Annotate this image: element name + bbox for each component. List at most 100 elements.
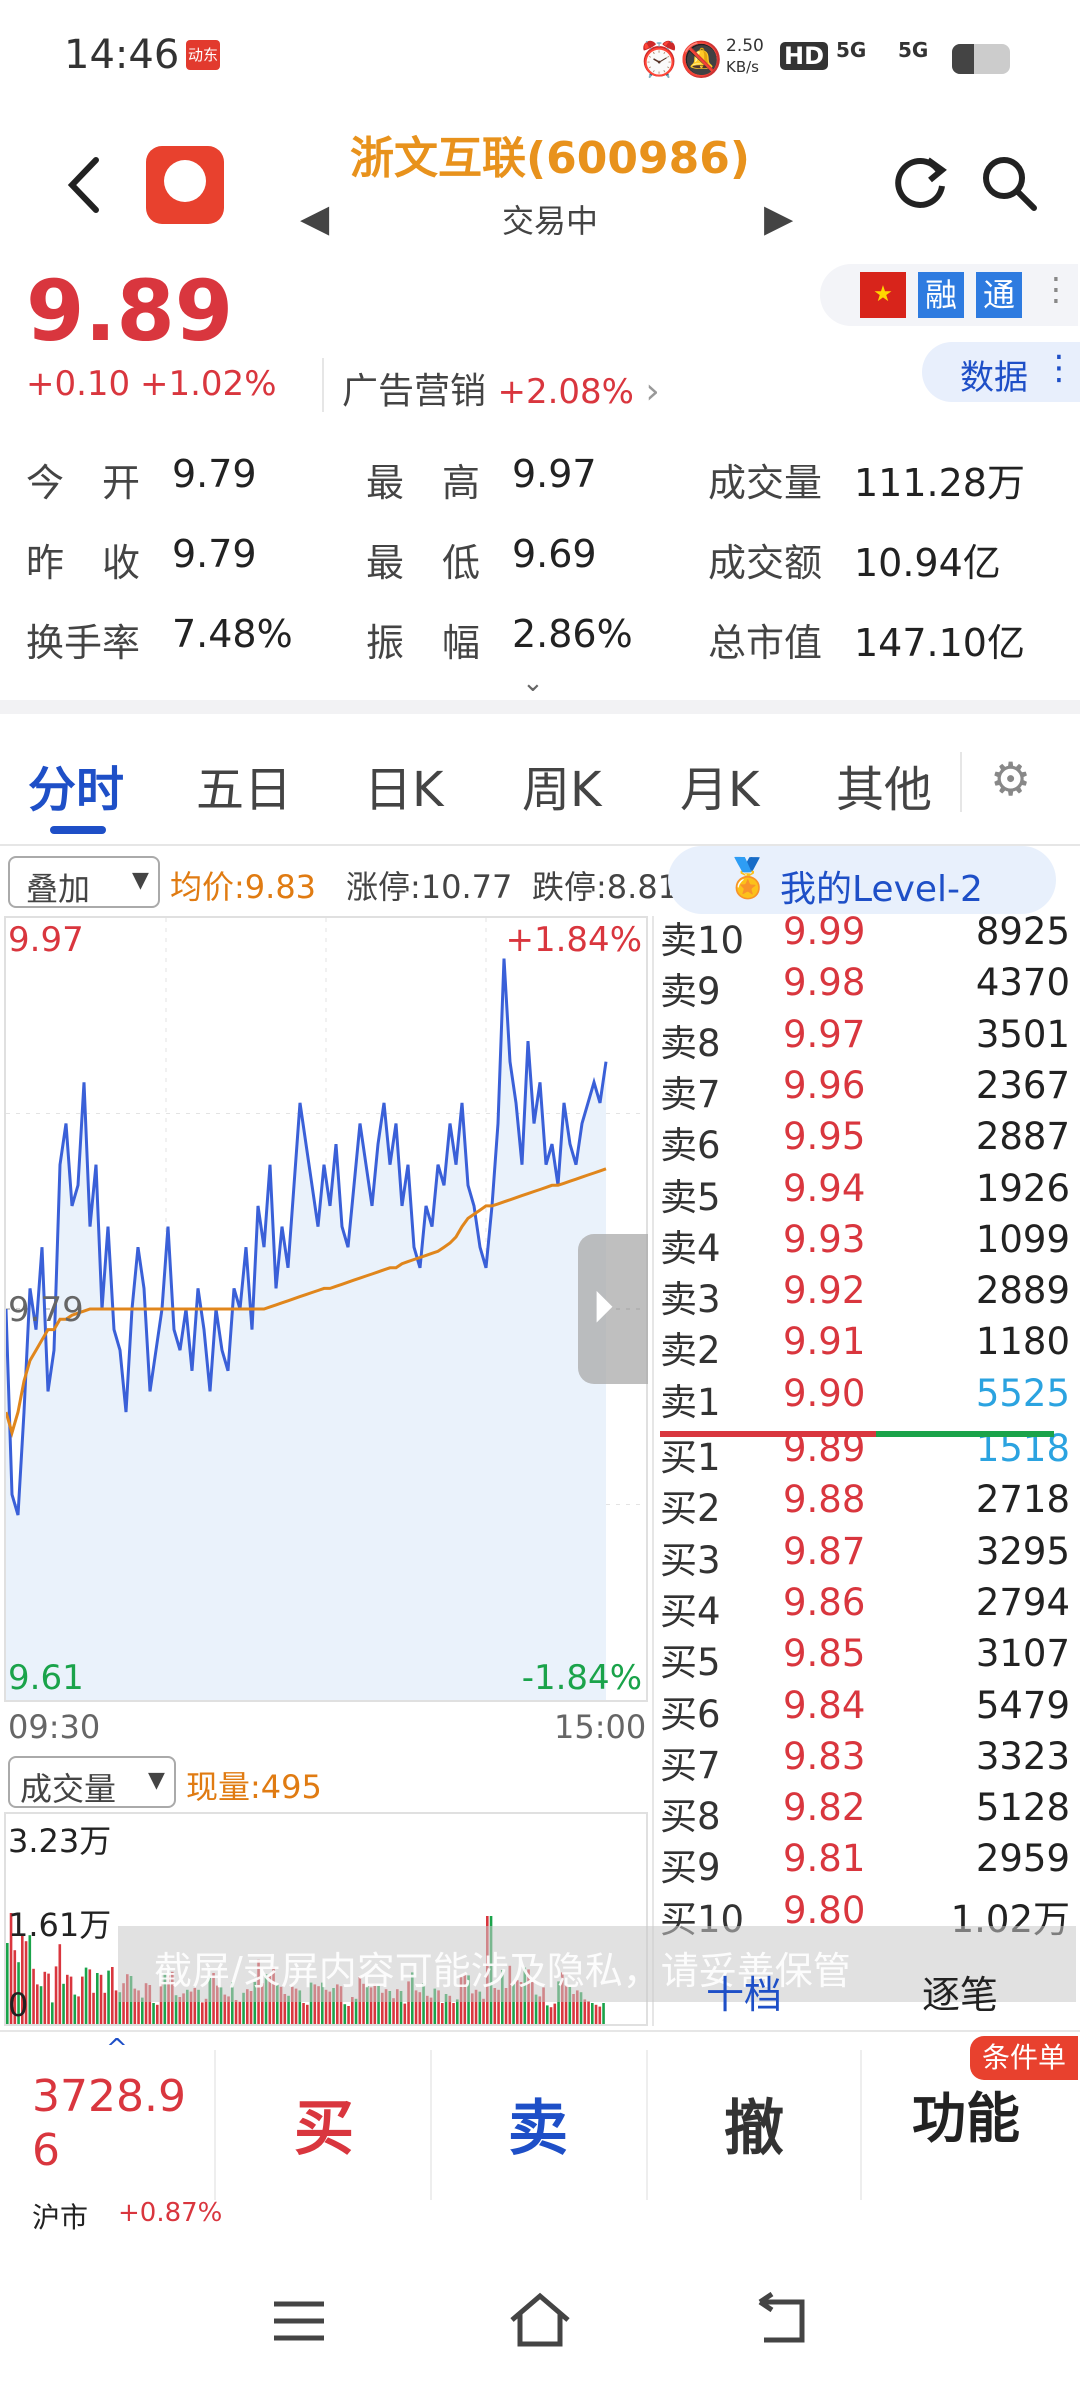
order-book-row[interactable]: 卖7 9.96 2367	[660, 1064, 1070, 1116]
stat-value: 147.10亿	[854, 621, 1025, 665]
ob-tab-ten[interactable]: 十档	[706, 1964, 782, 2019]
stat-label: 成交额	[708, 541, 823, 585]
volume-bar	[306, 2004, 309, 2024]
refresh-icon[interactable]	[888, 150, 952, 214]
app-logo-icon	[146, 146, 224, 224]
order-book-row[interactable]: 买4 9.86 2794	[660, 1581, 1070, 1633]
conditional-order-badge[interactable]: 条件单	[970, 2036, 1078, 2080]
ob-side-label: 买3	[660, 1538, 721, 1582]
back-nav-icon[interactable]	[752, 2291, 812, 2348]
index-value[interactable]: 3728.96	[32, 2070, 200, 2178]
stat-value: 9.69	[512, 532, 597, 576]
ob-price: 9.92	[783, 1269, 866, 1313]
x-start-label: 09:30	[8, 1708, 101, 1746]
volume-bar	[302, 2003, 305, 2024]
order-book-row[interactable]: 卖4 9.93 1099	[660, 1218, 1070, 1270]
stat-label: 振 幅	[366, 621, 481, 665]
trading-status: 交易中	[501, 202, 598, 240]
hd-icon: HD	[780, 42, 829, 70]
settings-gear-icon[interactable]: ⚙	[990, 752, 1031, 806]
current-price: 9.89	[26, 262, 234, 360]
ob-side-label: 卖8	[660, 1021, 721, 1065]
ob-volume: 2959	[975, 1837, 1070, 1881]
back-button[interactable]	[60, 150, 110, 220]
overlay-select-label: 叠加	[26, 870, 91, 908]
sector-link[interactable]: 广告营销 +2.08% ›	[342, 362, 660, 414]
ob-price: 9.96	[783, 1063, 866, 1107]
ob-volume: 8925	[975, 910, 1070, 953]
tab-intraday[interactable]: 分时	[28, 750, 124, 820]
prev-stock-arrow-icon[interactable]: ◀	[300, 196, 329, 240]
stat-value: 2.86%	[512, 612, 633, 656]
order-book-row[interactable]: 买8 9.82 5128	[660, 1786, 1070, 1838]
ob-tab-trade[interactable]: 逐笔	[922, 1964, 998, 2019]
net-speed: 2.50	[726, 36, 764, 56]
order-book-row[interactable]: 买5 9.85 3107	[660, 1632, 1070, 1684]
stat-label: 今 开	[26, 461, 141, 505]
volume-select[interactable]: 成交量 ▼	[8, 1756, 176, 1808]
data-button[interactable]: 数据 ⋮	[922, 342, 1080, 402]
current-volume: 现量:495	[186, 1768, 322, 1806]
connect-badge[interactable]: 通	[976, 272, 1022, 318]
volume-bar	[114, 1990, 118, 2024]
tab-weekly-k[interactable]: 周K	[522, 750, 601, 820]
index-up-caret-icon: ^	[106, 2034, 128, 2064]
ob-volume: 5479	[975, 1683, 1070, 1727]
expand-panel-handle[interactable]: ⏵	[578, 1234, 648, 1384]
avg-price: 均价:9.83	[170, 868, 317, 906]
volume-bar	[587, 2001, 590, 2024]
ob-volume: 2887	[975, 1115, 1070, 1159]
order-book-row[interactable]: 买9 9.81 2959	[660, 1837, 1070, 1889]
ob-volume: 5128	[975, 1786, 1070, 1830]
tab-monthly-k[interactable]: 月K	[680, 750, 759, 820]
order-book-row[interactable]: 卖5 9.94 1926	[660, 1167, 1070, 1219]
volume-bar	[47, 1973, 50, 2024]
order-book-row[interactable]: 卖6 9.95 2887	[660, 1115, 1070, 1167]
order-book-row[interactable]: 买2 9.88 2718	[660, 1478, 1070, 1530]
order-book-row[interactable]: 卖10 9.99 8925	[660, 910, 1070, 962]
function-button[interactable]: 功能	[866, 2074, 1066, 2153]
ob-volume: 1099	[975, 1217, 1070, 1261]
next-stock-arrow-icon[interactable]: ▶	[764, 196, 793, 240]
buy-button[interactable]: 买	[224, 2080, 424, 2167]
volume-select-label: 成交量	[20, 1770, 117, 1808]
more-icon[interactable]: ⋮	[1040, 270, 1072, 308]
chart-pct-min: -1.84%	[521, 1658, 642, 1698]
order-book-row[interactable]: 买3 9.87 3295	[660, 1530, 1070, 1582]
limit-down: 跌停:8.81	[532, 868, 679, 906]
home-icon[interactable]	[506, 2290, 574, 2350]
menu-icon[interactable]	[272, 2296, 326, 2346]
cancel-order-button[interactable]: 撤	[654, 2080, 854, 2167]
order-book-row[interactable]: 卖2 9.91 1180	[660, 1320, 1070, 1372]
volume-bar	[88, 1969, 92, 2024]
expand-chevron-icon[interactable]: ⌄	[522, 668, 544, 698]
volume-bar	[36, 1984, 39, 2024]
order-book-row[interactable]: 卖3 9.92 2889	[660, 1269, 1070, 1321]
volume-bar	[51, 2002, 54, 2024]
overlay-select[interactable]: 叠加 ▼	[8, 856, 160, 908]
ob-price: 9.90	[783, 1371, 866, 1415]
stat-label: 成交量	[708, 461, 823, 505]
order-book-row[interactable]: 买7 9.83 3323	[660, 1735, 1070, 1787]
caret-down-icon: ▼	[132, 868, 149, 893]
order-book-row[interactable]: 卖1 9.90 5525	[660, 1372, 1070, 1424]
ob-volume: 2718	[975, 1478, 1070, 1522]
ob-volume: 2889	[975, 1269, 1070, 1313]
order-book-row[interactable]: 卖8 9.97 3501	[660, 1013, 1070, 1065]
volume-bar	[81, 1976, 84, 2024]
search-icon[interactable]	[976, 150, 1040, 214]
tab-other[interactable]: 其他	[836, 750, 932, 820]
volume-bar	[43, 1971, 47, 2024]
ob-price: 9.83	[783, 1734, 866, 1778]
sell-button[interactable]: 卖	[438, 2080, 638, 2167]
order-book-row[interactable]: 卖9 9.98 4370	[660, 961, 1070, 1013]
level2-button[interactable]: 🏅 我的Level-2	[668, 846, 1056, 914]
tab-daily-k[interactable]: 日K	[364, 750, 443, 820]
ob-side-label: 卖10	[660, 919, 745, 962]
ob-side-label: 卖9	[660, 970, 721, 1014]
margin-badge[interactable]: 融	[918, 272, 964, 318]
volume-bar	[392, 1998, 395, 2024]
order-book-row[interactable]: 买6 9.84 5479	[660, 1684, 1070, 1736]
tab-five-day[interactable]: 五日	[196, 750, 292, 820]
stat-label: 最 低	[366, 541, 481, 585]
